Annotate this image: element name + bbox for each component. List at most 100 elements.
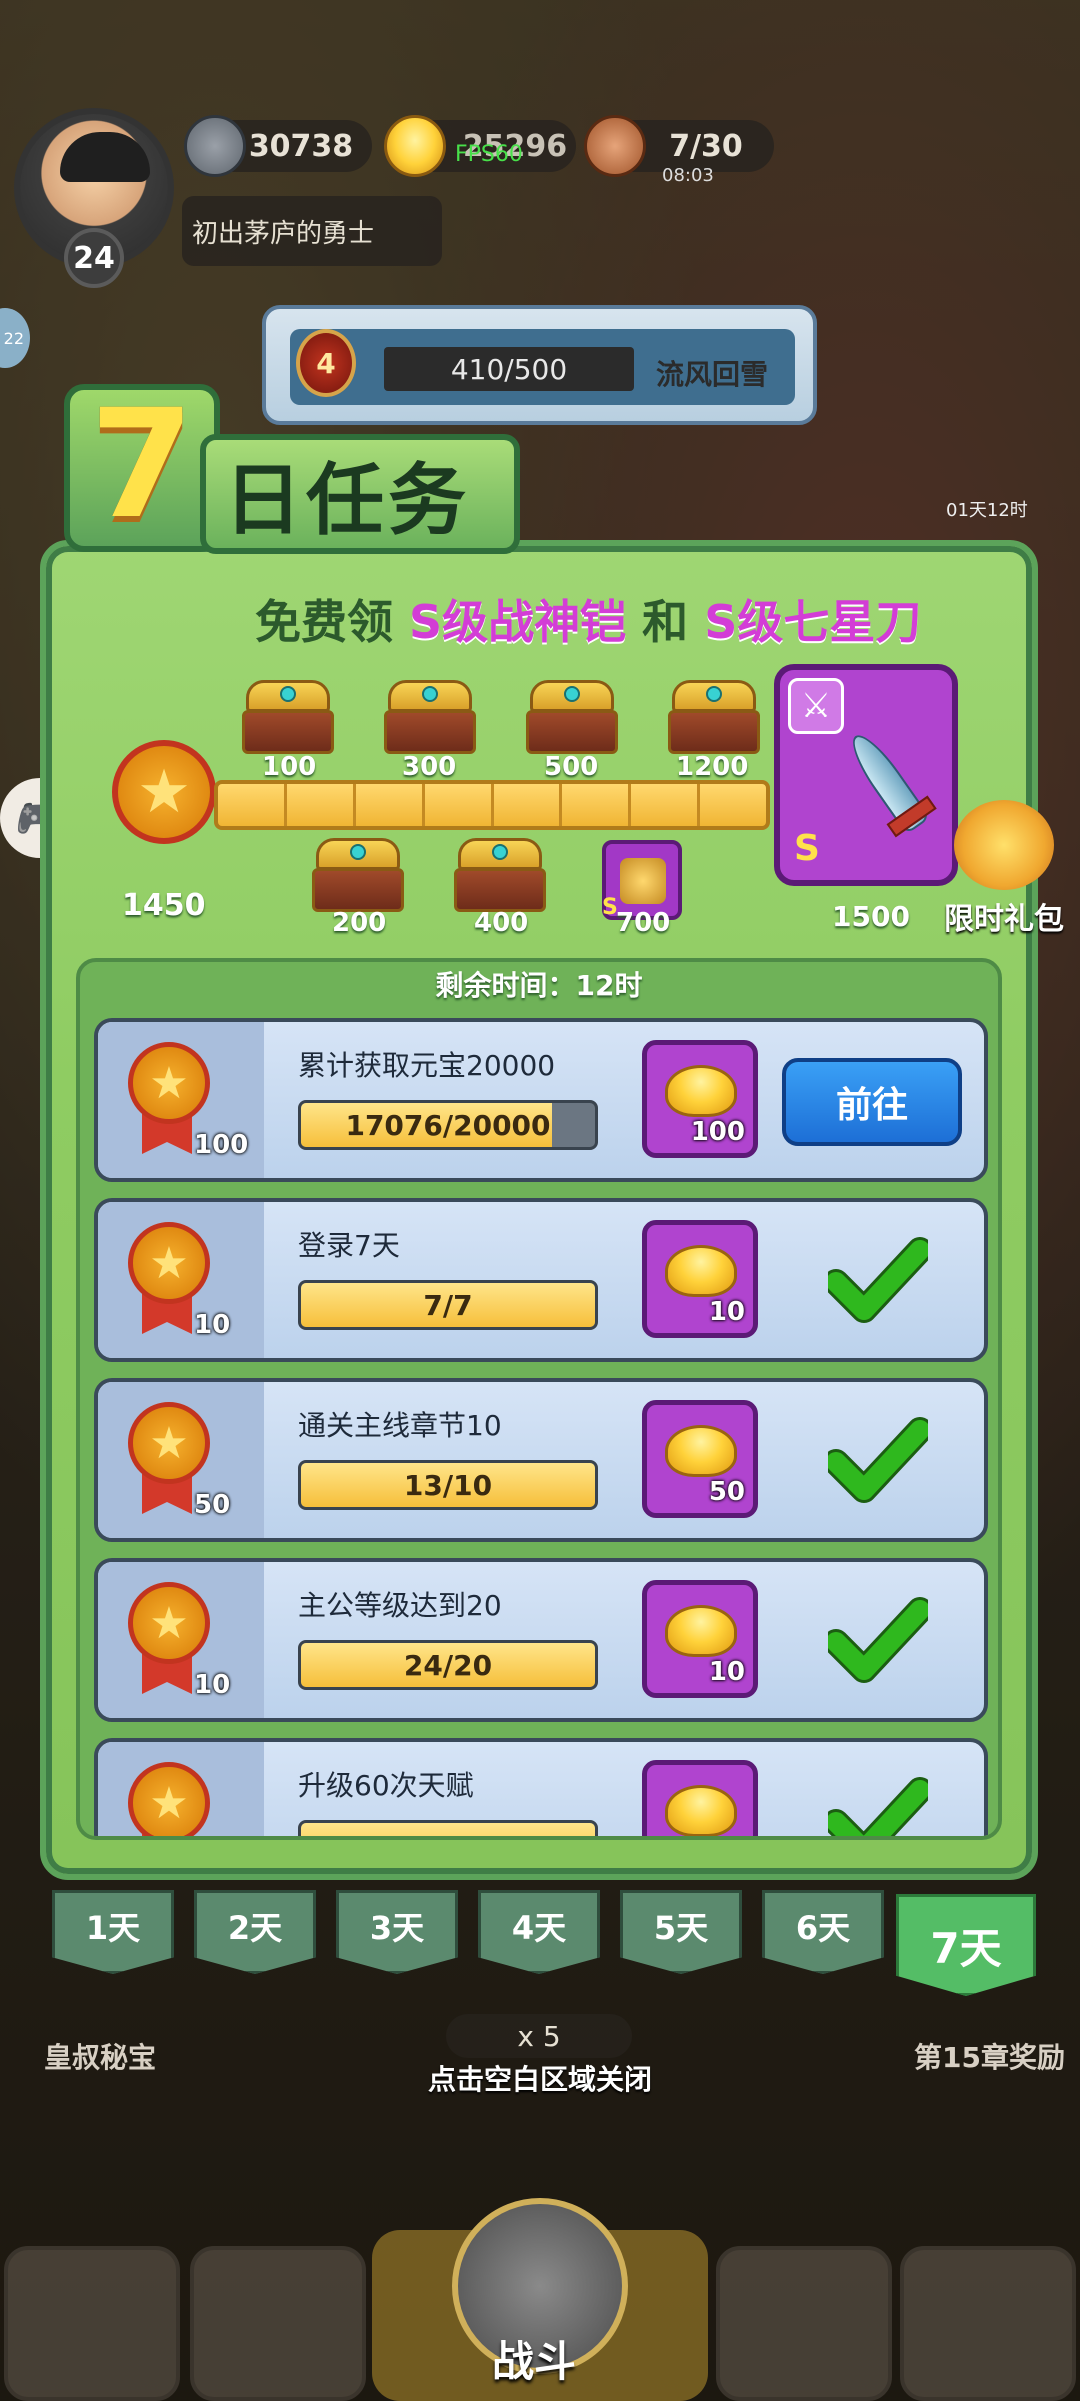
check-icon (828, 1417, 928, 1503)
nav-shop-button[interactable] (4, 2246, 180, 2401)
promo-and: 和 (642, 595, 689, 649)
meat-icon (584, 115, 646, 177)
nav-hero-button[interactable] (716, 2246, 892, 2401)
tab-day-7[interactable]: 7天 (896, 1894, 1036, 1996)
promo-item-armor: S级战神铠 (409, 595, 627, 649)
check-icon (828, 1777, 928, 1836)
gold-ingot-icon (665, 1065, 737, 1117)
task-progress-text: 13/10 (403, 1468, 493, 1502)
tab-day-3[interactable]: 3天 (336, 1890, 458, 1974)
stamina-timer: 08:03 (662, 165, 714, 186)
milestone-chest-1200[interactable] (666, 680, 762, 754)
task-name: 累计获取元宝20000 (298, 1049, 556, 1082)
stamina-value: 7/30 (669, 128, 743, 164)
task-points: 50 (194, 1490, 231, 1520)
remaining-time: 剩余时间：12时 (435, 969, 643, 1002)
task-reward[interactable]: 50 (642, 1400, 758, 1518)
gold-ingot-icon (665, 1425, 737, 1477)
milestone-label: 300 (402, 752, 457, 782)
milestone-chest-100[interactable] (240, 680, 336, 754)
nav-upgrade-button[interactable] (900, 2246, 1076, 2401)
modal-title-text: 日任务 (200, 434, 520, 554)
gold-ingot-icon (665, 1245, 737, 1297)
task-progress-text: 7/7 (423, 1288, 473, 1322)
task-progress-bar: 7/7 (298, 1280, 598, 1330)
task-progress-bar: 24/20 (298, 1640, 598, 1690)
tab-day-5[interactable]: 5天 (620, 1890, 742, 1974)
task-name: 通关主线章节10 (298, 1409, 502, 1442)
task-row: ★ 升级60次天赋 (94, 1738, 988, 1836)
task-reward[interactable]: 100 (642, 1040, 758, 1158)
milestone-label: 200 (332, 908, 387, 938)
task-name: 升级60次天赋 (298, 1769, 474, 1802)
battle-cost: x 5 (446, 2014, 632, 2058)
sword-type-icon: ⚔ (788, 678, 844, 734)
task-progress-bar: 13/10 (298, 1460, 598, 1510)
task-name: 主公等级达到20 (298, 1589, 502, 1622)
points-total: 1450 (122, 888, 206, 923)
go-button[interactable]: 前往 (782, 1058, 962, 1146)
milestone-chest-300[interactable] (382, 680, 478, 754)
tab-day-2[interactable]: 2天 (194, 1890, 316, 1974)
milestone-chest-500[interactable] (524, 680, 620, 754)
milestone-label: 1200 (676, 752, 749, 782)
star-medal-icon: ★ (128, 1762, 210, 1836)
grand-reward-grade: S (794, 828, 820, 869)
task-name: 登录7天 (298, 1229, 400, 1262)
milestone-label: 100 (262, 752, 317, 782)
star-medal-icon: ★ (128, 1582, 210, 1664)
milestone-label: 700 (616, 908, 671, 938)
task-row: ★ 10 登录7天 7/7 10 (94, 1198, 988, 1362)
gold-ingot-icon (665, 1605, 737, 1657)
battle-label: 战斗 (492, 2337, 577, 2386)
task-progress-bar: 17076/20000 (298, 1100, 598, 1150)
gold-ingot-icon (665, 1785, 737, 1836)
event-progress-card[interactable]: 4 410/500 流风回雪 (262, 305, 817, 425)
fps-counter: FPS60 (455, 142, 523, 167)
points-progress-track (214, 780, 770, 830)
task-row: ★ 50 通关主线章节10 13/10 50 (94, 1378, 988, 1542)
task-points: 100 (194, 1130, 249, 1160)
limited-gift-label[interactable]: 限时礼包 (944, 894, 1064, 938)
points-medal-icon: ★ (112, 740, 216, 844)
promo-banner: 免费领 S级战神铠 和 S级七星刀 (255, 586, 921, 652)
milestone-chest-200[interactable] (310, 838, 406, 912)
tab-day-4[interactable]: 4天 (478, 1890, 600, 1974)
grand-reward-blade[interactable]: ⚔ S (774, 664, 958, 886)
tab-day-6[interactable]: 6天 (762, 1890, 884, 1974)
event-name: 流风回雪 (656, 358, 769, 391)
limited-gift-icon[interactable] (954, 800, 1054, 890)
close-hint: 点击空白区域关闭 (427, 2063, 652, 2096)
task-progress-bar (298, 1820, 598, 1836)
task-row: ★ 10 主公等级达到20 24/20 10 (94, 1558, 988, 1722)
task-reward-amount: 100 (690, 1117, 745, 1147)
task-reward[interactable]: 10 (642, 1220, 758, 1338)
player-level-badge: 24 (64, 228, 124, 288)
task-reward-amount: 50 (708, 1477, 745, 1507)
gold-ingot-icon (384, 115, 446, 177)
nav-equipment-button[interactable] (190, 2246, 366, 2401)
task-reward[interactable] (642, 1760, 758, 1836)
task-reward-amount: 10 (708, 1657, 745, 1687)
milestone-label: 500 (544, 752, 599, 782)
task-points: 10 (194, 1310, 231, 1340)
task-list-panel[interactable]: 剩余时间：12时 ★ 100 累计获取元宝20000 17076/20000 100 前往… (76, 958, 1002, 1840)
side-event-timer: 01天12时 (946, 500, 1028, 521)
task-progress-text (301, 1823, 595, 1836)
task-reward[interactable]: 10 (642, 1580, 758, 1698)
task-progress-text: 24/20 (403, 1648, 493, 1682)
event-level-medal: 4 (296, 329, 356, 397)
event-progress-bar: 410/500 (384, 347, 634, 391)
grand-reward-points: 1500 (832, 900, 910, 933)
modal-title-number: 7 (64, 384, 220, 552)
check-icon (828, 1237, 928, 1323)
milestone-chest-400[interactable] (452, 838, 548, 912)
armor-icon (620, 858, 666, 904)
player-title-text: 初出茅庐的勇士 (192, 218, 375, 249)
task-points: 10 (194, 1670, 231, 1700)
task-row: ★ 100 累计获取元宝20000 17076/20000 100 前往 (94, 1018, 988, 1182)
task-reward-amount: 10 (708, 1297, 745, 1327)
star-medal-icon: ★ (128, 1042, 210, 1124)
tab-day-1[interactable]: 1天 (52, 1890, 174, 1974)
milestone-label: 400 (474, 908, 529, 938)
